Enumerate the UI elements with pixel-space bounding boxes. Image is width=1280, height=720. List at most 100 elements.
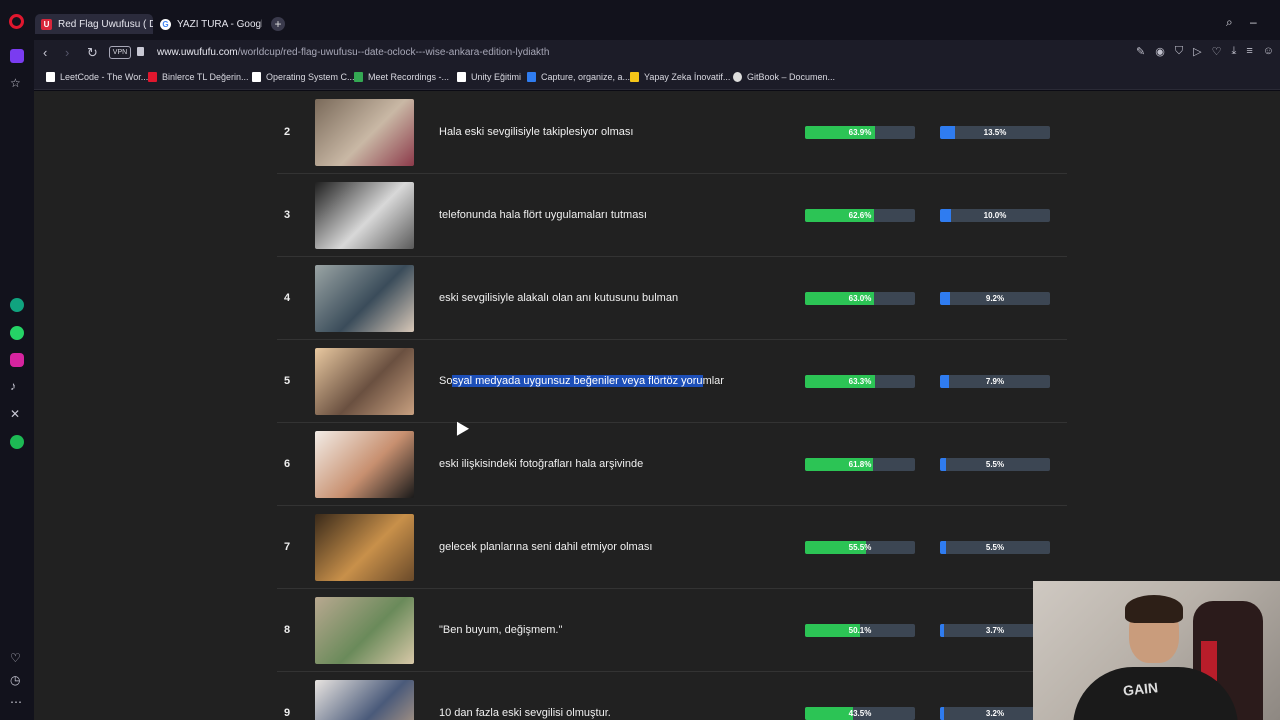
yapay-zeka-icon (630, 72, 639, 82)
win-rate-label: 63.9% (848, 128, 872, 137)
bookmark-item[interactable]: Binlerce TL Değerin... (148, 72, 249, 82)
rank-number: 6 (283, 458, 291, 470)
person-hair (1125, 595, 1183, 623)
bookmark-item[interactable]: Unity Eğitimi (457, 72, 521, 82)
win-rate-bar: 63.0% (805, 292, 915, 305)
table-row[interactable]: 4 eski sevgilisiyle alakalı olan anı kut… (277, 257, 1067, 340)
win-rate-bar: 63.3% (805, 375, 915, 388)
pick-rate-label: 7.9% (985, 377, 1005, 386)
minimize-icon[interactable]: – (1250, 15, 1257, 29)
bookmark-label: Capture, organize, a... (541, 72, 631, 82)
download-icon[interactable]: ⤓ (1231, 45, 1236, 58)
win-rate-bar: 43.5% (805, 707, 915, 720)
chatgpt-icon[interactable] (10, 298, 24, 312)
candidate-title: Sosyal medyada uygunsuz beğeniler veya f… (439, 375, 724, 387)
win-rate-label: 63.3% (848, 377, 872, 386)
rank-number: 5 (283, 375, 291, 387)
uwufufu-favicon-icon: U (41, 18, 52, 30)
search-tabs-icon[interactable]: ⌕ (1226, 15, 1233, 30)
edit-icon[interactable]: ✎ (1136, 45, 1145, 58)
win-rate-bar: 62.6% (805, 209, 915, 222)
selected-text: syal medyada uygunsuz beğeniler veya flö… (452, 375, 703, 387)
table-row[interactable]: 8 "Ben buyum, değişmem." 50.1% 3.7% (277, 589, 1067, 672)
win-rate-label: 61.8% (848, 460, 872, 469)
tab-label: YAZI TURA - Google Search (177, 18, 262, 30)
tab-yazi-tura[interactable]: G YAZI TURA - Google Search (154, 14, 262, 34)
candidate-title: Hala eski sevgilisiyle takiplesiyor olma… (439, 126, 634, 138)
reload-icon[interactable]: ↻ (87, 45, 98, 61)
trello-icon (527, 72, 536, 82)
title-text: mlar (702, 375, 724, 387)
forward-icon[interactable]: › (65, 45, 69, 60)
bookmark-item[interactable]: Meet Recordings -... (354, 72, 449, 82)
menu-icon[interactable]: ≡ (1246, 45, 1252, 58)
profile-icon[interactable]: ☺ (1263, 45, 1274, 58)
pick-rate-bar: 10.0% (940, 209, 1050, 222)
candidate-title: 10 dan fazla eski sevgilisi olmuştur. (439, 707, 611, 719)
address-bar: ‹ › ↻ VPN www.uwufufu.com/worldcup/red-f… (34, 40, 1280, 66)
candidate-thumbnail (315, 348, 414, 415)
camera-icon[interactable]: ◉ (1155, 45, 1165, 58)
candidate-thumbnail (315, 99, 414, 166)
pick-rate-label: 9.2% (985, 294, 1005, 303)
back-icon[interactable]: ‹ (43, 45, 47, 60)
table-row[interactable]: 6 eski ilişkisindeki fotoğrafları hala a… (277, 423, 1067, 506)
x-icon[interactable]: ✕ (10, 407, 20, 421)
bookmark-item[interactable]: Capture, organize, a... (527, 72, 630, 82)
table-row[interactable]: 3 telefonunda hala flört uygulamaları tu… (277, 174, 1067, 257)
spotify-icon[interactable] (10, 435, 24, 449)
table-row[interactable]: 5 Sosyal medyada uygunsuz beğeniler veya… (277, 340, 1067, 423)
url-domain: www.uwufufu.com (157, 47, 238, 58)
candidate-title: eski sevgilisiyle alakalı olan anı kutus… (439, 292, 679, 304)
bookmark-label: LeetCode - The Wor... (60, 72, 149, 82)
win-rate-label: 43.5% (848, 709, 872, 718)
whatsapp-icon[interactable] (10, 326, 24, 340)
pick-rate-bar: 7.9% (940, 375, 1050, 388)
history-icon[interactable]: ◷ (10, 673, 20, 687)
bookmark-item[interactable]: Operating System C... (252, 72, 355, 82)
instagram-icon[interactable] (10, 353, 24, 367)
play-icon[interactable]: ▷ (1193, 45, 1201, 58)
heart-icon[interactable]: ♡ (1212, 45, 1222, 58)
address-bar-actions: ✎ ◉ ⛉ ▷ ♡ ⤓ ≡ ☺ (1136, 45, 1274, 58)
bookmark-label: Unity Eğitimi (471, 72, 522, 82)
win-rate-bar: 63.9% (805, 126, 915, 139)
rank-number: 4 (283, 292, 291, 304)
table-row[interactable]: 7 gelecek planlarına seni dahil etmiyor … (277, 506, 1067, 589)
table-row[interactable]: 9 10 dan fazla eski sevgilisi olmuştur. … (277, 672, 1067, 720)
opera-logo-icon[interactable] (9, 14, 24, 29)
pick-rate-label: 13.5% (983, 128, 1007, 137)
bookmark-label: Binlerce TL Değerin... (162, 72, 249, 82)
new-tab-plus-icon[interactable]: + (271, 17, 285, 31)
rank-number: 7 (283, 541, 291, 553)
tab-label: Red Flag Uwufusu ( D (58, 18, 153, 30)
pick-rate-label: 5.5% (985, 460, 1005, 469)
pick-rate-label: 5.5% (985, 543, 1005, 552)
bookmark-label: Meet Recordings -... (368, 72, 450, 82)
bookmarks-bar: LeetCode - The Wor... Binlerce TL Değeri… (34, 66, 1280, 90)
shield-icon[interactable]: ⛉ (1175, 45, 1183, 58)
star-icon[interactable]: ☆ (10, 76, 21, 90)
candidate-title: telefonunda hala flört uygulamaları tutm… (439, 209, 647, 221)
tab-bar: U Red Flag Uwufusu ( D G YAZI TURA - Goo… (0, 0, 1280, 40)
bookmark-item[interactable]: Yapay Zeka İnovatif... (630, 72, 730, 82)
more-icon[interactable]: ⋯ (10, 695, 22, 709)
bookmark-item[interactable]: GitBook – Documen... (733, 72, 835, 82)
candidate-thumbnail (315, 680, 414, 720)
rank-number: 8 (283, 624, 291, 636)
candidate-thumbnail (315, 597, 414, 664)
rank-number: 2 (283, 126, 291, 138)
candidate-thumbnail (315, 182, 414, 249)
pick-rate-bar: 9.2% (940, 292, 1050, 305)
bookmark-item[interactable]: LeetCode - The Wor... (46, 72, 148, 82)
url-field[interactable]: www.uwufufu.com/worldcup/red-flag-uwufus… (157, 47, 549, 58)
vpn-badge[interactable]: VPN (109, 46, 131, 59)
heart-icon[interactable]: ♡ (10, 651, 21, 665)
pick-rate-bar: 13.5% (940, 126, 1050, 139)
tab-red-flag[interactable]: U Red Flag Uwufusu ( D (35, 14, 153, 34)
table-row[interactable]: 2 Hala eski sevgilisiyle takiplesiyor ol… (277, 91, 1067, 174)
win-rate-label: 62.6% (848, 211, 872, 220)
youtube-icon (148, 72, 157, 82)
tiktok-icon[interactable]: ♪ (10, 379, 16, 393)
home-icon[interactable] (10, 49, 24, 63)
